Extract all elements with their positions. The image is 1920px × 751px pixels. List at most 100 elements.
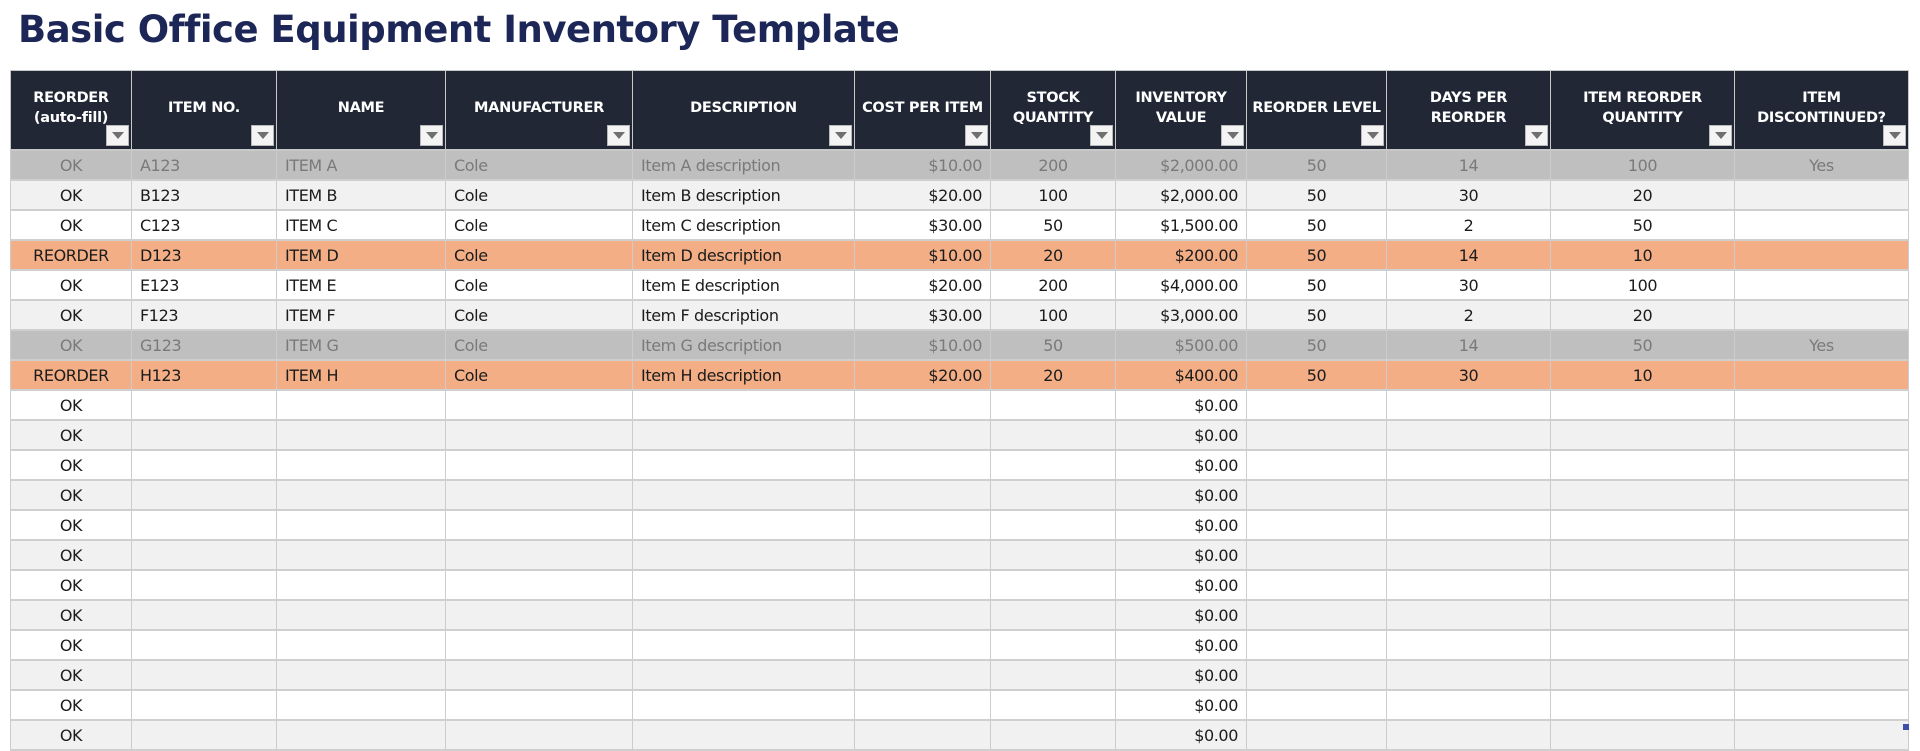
cell-item-no[interactable] — [131, 419, 277, 451]
cell-inventory-value[interactable]: $0.00 — [1115, 629, 1247, 661]
cell-item-no[interactable] — [131, 719, 277, 751]
cell-description[interactable]: Item C description — [632, 209, 855, 241]
cell-days-per-reorder[interactable] — [1386, 659, 1551, 691]
filter-dropdown-button[interactable] — [829, 125, 852, 146]
cell-item-discontinued[interactable] — [1734, 389, 1909, 421]
cell-inventory-value[interactable]: $200.00 — [1115, 239, 1247, 271]
cell-description[interactable] — [632, 629, 855, 661]
cell-manufacturer[interactable] — [445, 479, 633, 511]
cell-item-reorder-quantity[interactable] — [1550, 719, 1735, 751]
cell-item-discontinued[interactable] — [1734, 209, 1909, 241]
cell-reorder[interactable]: OK — [10, 509, 132, 541]
cell-description[interactable]: Item E description — [632, 269, 855, 301]
cell-inventory-value[interactable]: $1,500.00 — [1115, 209, 1247, 241]
column-header-reorder[interactable]: REORDER (auto-fill) — [10, 70, 132, 151]
cell-days-per-reorder[interactable] — [1386, 419, 1551, 451]
cell-item-discontinued[interactable] — [1734, 659, 1909, 691]
cell-description[interactable] — [632, 659, 855, 691]
cell-reorder[interactable]: OK — [10, 449, 132, 481]
cell-inventory-value[interactable]: $0.00 — [1115, 539, 1247, 571]
column-header-item-reorder-quantity[interactable]: ITEM REORDER QUANTITY — [1550, 70, 1735, 151]
cell-description[interactable] — [632, 389, 855, 421]
cell-item-reorder-quantity[interactable]: 50 — [1550, 209, 1735, 241]
cell-manufacturer[interactable]: Cole — [445, 209, 633, 241]
cell-description[interactable] — [632, 509, 855, 541]
cell-name[interactable]: ITEM D — [276, 239, 446, 271]
cell-description[interactable] — [632, 539, 855, 571]
cell-name[interactable] — [276, 689, 446, 721]
cell-item-reorder-quantity[interactable] — [1550, 419, 1735, 451]
cell-days-per-reorder[interactable]: 14 — [1386, 239, 1551, 271]
cell-description[interactable] — [632, 689, 855, 721]
cell-item-reorder-quantity[interactable]: 100 — [1550, 269, 1735, 301]
cell-inventory-value[interactable]: $0.00 — [1115, 449, 1247, 481]
cell-item-discontinued[interactable]: Yes — [1734, 149, 1909, 181]
cell-description[interactable]: Item D description — [632, 239, 855, 271]
filter-dropdown-button[interactable] — [1221, 125, 1244, 146]
cell-item-no[interactable] — [131, 629, 277, 661]
cell-manufacturer[interactable]: Cole — [445, 359, 633, 391]
cell-item-discontinued[interactable] — [1734, 689, 1909, 721]
cell-reorder-level[interactable]: 50 — [1246, 359, 1387, 391]
cell-cost-per-item[interactable] — [854, 599, 991, 631]
cell-item-reorder-quantity[interactable] — [1550, 449, 1735, 481]
cell-stock-quantity[interactable] — [990, 659, 1116, 691]
cell-reorder-level[interactable] — [1246, 389, 1387, 421]
cell-item-no[interactable]: C123 — [131, 209, 277, 241]
cell-item-discontinued[interactable] — [1734, 629, 1909, 661]
cell-item-no[interactable]: D123 — [131, 239, 277, 271]
cell-name[interactable] — [276, 419, 446, 451]
cell-days-per-reorder[interactable] — [1386, 599, 1551, 631]
column-header-name[interactable]: NAME — [276, 70, 446, 151]
cell-item-no[interactable] — [131, 479, 277, 511]
cell-description[interactable] — [632, 569, 855, 601]
cell-manufacturer[interactable] — [445, 539, 633, 571]
cell-inventory-value[interactable]: $2,000.00 — [1115, 149, 1247, 181]
cell-reorder-level[interactable] — [1246, 539, 1387, 571]
cell-cost-per-item[interactable] — [854, 479, 991, 511]
cell-item-reorder-quantity[interactable] — [1550, 629, 1735, 661]
cell-manufacturer[interactable] — [445, 719, 633, 751]
cell-name[interactable] — [276, 449, 446, 481]
cell-reorder[interactable]: OK — [10, 599, 132, 631]
cell-item-no[interactable] — [131, 509, 277, 541]
cell-name[interactable]: ITEM H — [276, 359, 446, 391]
cell-manufacturer[interactable] — [445, 449, 633, 481]
cell-manufacturer[interactable] — [445, 509, 633, 541]
cell-inventory-value[interactable]: $0.00 — [1115, 689, 1247, 721]
cell-stock-quantity[interactable]: 200 — [990, 149, 1116, 181]
cell-stock-quantity[interactable]: 20 — [990, 359, 1116, 391]
filter-dropdown-button[interactable] — [106, 125, 129, 146]
filter-dropdown-button[interactable] — [1709, 125, 1732, 146]
filter-dropdown-button[interactable] — [1883, 125, 1906, 146]
cell-name[interactable] — [276, 539, 446, 571]
cell-reorder-level[interactable]: 50 — [1246, 239, 1387, 271]
column-header-reorder-level[interactable]: REORDER LEVEL — [1246, 70, 1387, 151]
cell-stock-quantity[interactable] — [990, 539, 1116, 571]
cell-name[interactable]: ITEM A — [276, 149, 446, 181]
cell-stock-quantity[interactable] — [990, 599, 1116, 631]
cell-inventory-value[interactable]: $0.00 — [1115, 569, 1247, 601]
cell-days-per-reorder[interactable]: 2 — [1386, 209, 1551, 241]
cell-item-discontinued[interactable] — [1734, 599, 1909, 631]
cell-reorder-level[interactable] — [1246, 719, 1387, 751]
cell-inventory-value[interactable]: $0.00 — [1115, 599, 1247, 631]
cell-manufacturer[interactable] — [445, 389, 633, 421]
cell-item-reorder-quantity[interactable] — [1550, 509, 1735, 541]
cell-inventory-value[interactable]: $0.00 — [1115, 509, 1247, 541]
cell-cost-per-item[interactable] — [854, 419, 991, 451]
cell-description[interactable] — [632, 479, 855, 511]
filter-dropdown-button[interactable] — [965, 125, 988, 146]
cell-item-reorder-quantity[interactable] — [1550, 659, 1735, 691]
cell-name[interactable] — [276, 479, 446, 511]
cell-item-discontinued[interactable] — [1734, 479, 1909, 511]
cell-reorder-level[interactable]: 50 — [1246, 299, 1387, 331]
column-header-manufacturer[interactable]: MANUFACTURER — [445, 70, 633, 151]
cell-item-no[interactable] — [131, 569, 277, 601]
cell-cost-per-item[interactable]: $30.00 — [854, 299, 991, 331]
cell-item-no[interactable] — [131, 599, 277, 631]
column-header-description[interactable]: DESCRIPTION — [632, 70, 855, 151]
cell-reorder[interactable]: REORDER — [10, 359, 132, 391]
cell-description[interactable] — [632, 449, 855, 481]
cell-name[interactable]: ITEM G — [276, 329, 446, 361]
